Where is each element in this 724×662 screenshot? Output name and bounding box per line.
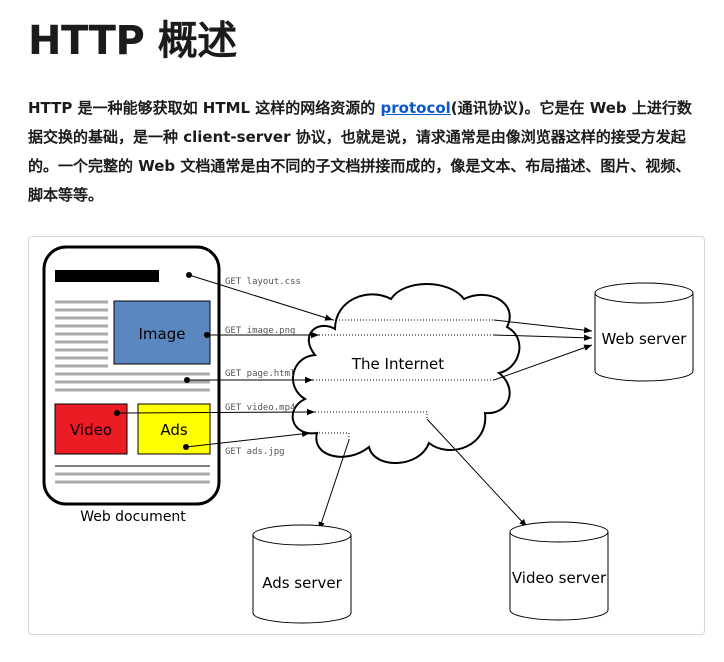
request-label-3: GET page.html	[225, 369, 295, 379]
page-title: HTTP 概述	[28, 18, 237, 64]
request-label-1: GET layout.css	[225, 277, 301, 287]
internet-cloud	[291, 283, 521, 464]
web-server-label: Web server	[602, 330, 688, 348]
http-diagram-figure: Image Video Ads Web document The Interne…	[28, 236, 705, 635]
http-diagram: Image Video Ads Web document The Interne…	[42, 245, 694, 624]
protocol-link[interactable]: protocol	[381, 99, 451, 117]
request-label-2: GET image.png	[225, 326, 295, 336]
intro-paragraph: HTTP 是一种能够获取如 HTML 这样的网络资源的 protocol(通讯协…	[28, 94, 700, 210]
document-heading-bar	[55, 270, 159, 282]
request-label-4: GET video.mp4	[225, 403, 295, 413]
video-label: Video	[70, 421, 112, 439]
internet-label: The Internet	[351, 355, 444, 373]
image-label: Image	[139, 325, 186, 343]
ads-server-label: Ads server	[262, 574, 342, 592]
video-server-label: Video server	[512, 569, 607, 587]
request-label-5: GET ads.jpg	[225, 447, 285, 457]
intro-text-start: HTTP 是一种能够获取如 HTML 这样的网络资源的	[28, 99, 381, 117]
ads-label: Ads	[160, 421, 188, 439]
web-document-label: Web document	[80, 509, 186, 525]
